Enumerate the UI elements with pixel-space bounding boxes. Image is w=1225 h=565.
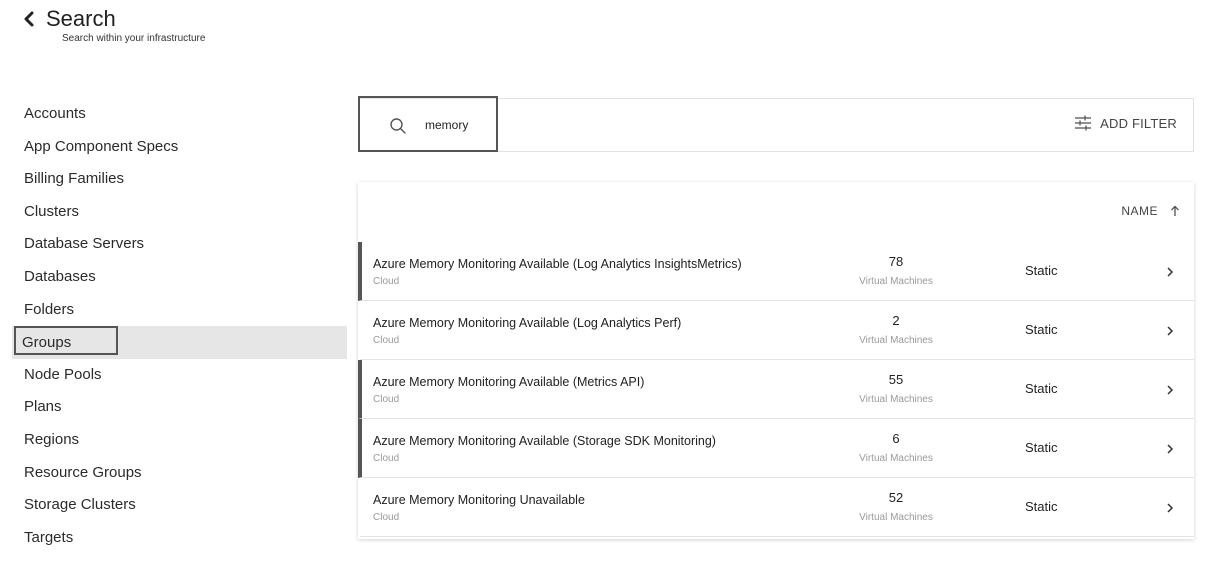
sidebar-item-label: Node Pools	[24, 365, 102, 383]
table-row[interactable]: Azure Memory Monitoring Unavailable Clou…	[360, 478, 1194, 537]
chevron-right-icon	[1167, 267, 1174, 277]
sidebar-item-billing-families[interactable]: Billing Families	[12, 163, 347, 196]
add-filter-label: ADD FILTER	[1100, 115, 1177, 131]
member-count: 55	[888, 372, 904, 387]
sidebar-item-label: Storage Clusters	[24, 496, 136, 514]
group-category: Cloud	[373, 276, 400, 287]
group-type: Static	[1025, 381, 1058, 396]
search-focus-outline	[358, 96, 498, 152]
table-row[interactable]: Azure Memory Monitoring Available (Log A…	[360, 301, 1194, 360]
member-type: Virtual Machines	[859, 276, 933, 287]
group-name: Azure Memory Monitoring Unavailable	[373, 493, 585, 507]
chevron-right-icon	[1167, 385, 1174, 395]
sidebar-item-resource-groups[interactable]: Resource Groups	[12, 457, 347, 490]
group-type: Static	[1025, 322, 1058, 337]
page-header: Search Search within your infrastructure	[18, 6, 205, 44]
group-name: Azure Memory Monitoring Available (Log A…	[373, 316, 682, 330]
sidebar-item-regions[interactable]: Regions	[12, 424, 347, 457]
sidebar-item-label: Clusters	[24, 202, 80, 220]
member-count: 2	[892, 313, 900, 328]
table-row[interactable]: Azure Memory Monitoring Available (Stora…	[358, 419, 1194, 478]
page-subtitle: Search within your infrastructure	[62, 33, 206, 44]
member-count: 52	[888, 490, 904, 505]
member-type: Virtual Machines	[859, 335, 933, 346]
sidebar-item-label: Billing Families	[24, 170, 125, 188]
group-name: Azure Memory Monitoring Available (Stora…	[373, 434, 716, 448]
sidebar-item-node-pools[interactable]: Node Pools	[12, 359, 347, 392]
table-row[interactable]: Azure Memory Monitoring Available (Metri…	[358, 360, 1194, 419]
sort-label: NAME	[1121, 204, 1158, 218]
sidebar-item-label: Database Servers	[24, 235, 145, 253]
sidebar-item-database-servers[interactable]: Database Servers	[12, 228, 347, 261]
sidebar-item-storage-clusters[interactable]: Storage Clusters	[12, 489, 347, 522]
sidebar-item-label: Regions	[24, 430, 80, 448]
sidebar-item-label: App Component Specs	[24, 137, 179, 155]
group-name: Azure Memory Monitoring Available (Log A…	[373, 257, 742, 271]
chevron-right-icon	[1167, 326, 1174, 336]
sidebar-item-databases[interactable]: Databases	[12, 261, 347, 294]
sidebar-item-plans[interactable]: Plans	[12, 391, 347, 424]
sidebar-item-label: Databases	[24, 267, 96, 285]
sidebar-item-label: Groups	[14, 326, 119, 356]
chevron-right-icon	[1167, 503, 1174, 513]
filter-sliders-icon	[1075, 115, 1092, 131]
group-type: Static	[1025, 440, 1058, 455]
results-list: Azure Memory Monitoring Available (Log A…	[358, 242, 1194, 537]
member-count: 6	[892, 431, 900, 446]
chevron-left-icon	[24, 11, 34, 27]
title-row: Search	[18, 6, 205, 32]
add-filter-button[interactable]: ADD FILTER	[1074, 115, 1177, 131]
chevron-right-icon	[1167, 444, 1174, 454]
sort-by-name-button[interactable]: NAME	[1121, 204, 1180, 218]
group-category: Cloud	[373, 394, 400, 405]
sidebar-item-app-component-specs[interactable]: App Component Specs	[12, 131, 347, 164]
back-button[interactable]	[18, 8, 40, 30]
sidebar-item-label: Plans	[24, 398, 62, 416]
group-type: Static	[1025, 499, 1058, 514]
sidebar: Accounts App Component Specs Billing Fam…	[12, 98, 347, 554]
group-name: Azure Memory Monitoring Available (Metri…	[373, 375, 645, 389]
member-count: 78	[888, 254, 904, 269]
results-panel: NAME Azure Memory Monitoring Available (…	[358, 182, 1194, 539]
sidebar-item-targets[interactable]: Targets	[12, 522, 347, 555]
member-type: Virtual Machines	[859, 394, 933, 405]
group-category: Cloud	[373, 512, 400, 523]
sidebar-item-label: Targets	[24, 528, 74, 546]
sidebar-item-clusters[interactable]: Clusters	[12, 196, 347, 229]
sidebar-item-label: Folders	[24, 300, 75, 318]
member-type: Virtual Machines	[859, 453, 933, 464]
arrow-up-icon	[1171, 205, 1179, 216]
group-type: Static	[1025, 263, 1058, 278]
sidebar-item-groups[interactable]: Groups	[12, 326, 347, 359]
group-category: Cloud	[373, 335, 400, 346]
sidebar-item-accounts[interactable]: Accounts	[12, 98, 347, 131]
sidebar-item-folders[interactable]: Folders	[12, 294, 347, 327]
page-title: Search	[46, 6, 116, 31]
table-row[interactable]: Azure Memory Monitoring Available (Log A…	[358, 242, 1194, 301]
member-type: Virtual Machines	[859, 512, 933, 523]
group-category: Cloud	[373, 453, 400, 464]
sidebar-item-label: Accounts	[24, 105, 86, 122]
sidebar-item-label: Resource Groups	[24, 463, 142, 481]
